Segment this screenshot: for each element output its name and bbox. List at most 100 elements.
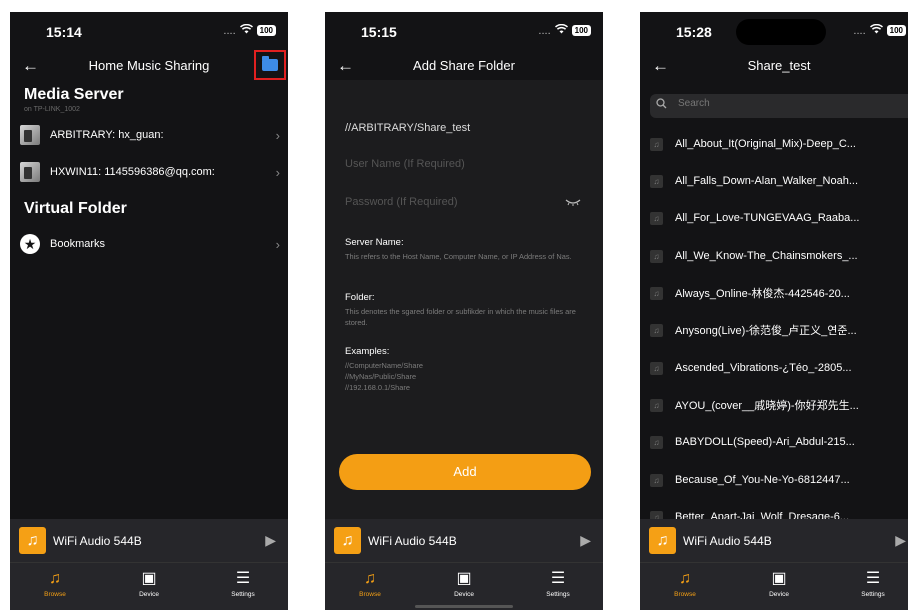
list-item[interactable]: ♫ All_About_It(Original_Mix)-Deep_C... xyxy=(650,132,908,156)
phone-screen-home-music-sharing: 15:14 .... 100 ← Home Music Sharing Medi… xyxy=(10,12,288,610)
password-input[interactable]: Password (If Required) xyxy=(345,196,458,208)
media-server-item[interactable]: HXWIN11: 1145596386@qq.com: › xyxy=(20,161,280,183)
song-title: All_Falls_Down-Alan_Walker_Noah... xyxy=(675,175,859,187)
music-file-icon: ♫ xyxy=(650,249,663,263)
player-device-name: WiFi Audio 544B xyxy=(53,534,142,548)
tab-settings[interactable]: ☰ Settings xyxy=(213,569,273,598)
status-icons: .... 100 xyxy=(223,23,276,37)
music-file-icon: ♫ xyxy=(650,473,663,487)
battery-icon: 100 xyxy=(886,25,906,36)
list-item[interactable]: ♫ Because_Of_You-Ne-Yo-6812447... xyxy=(650,468,908,492)
bookmarks-label: Bookmarks xyxy=(50,238,106,250)
search-input[interactable] xyxy=(678,98,878,109)
status-time: 15:28 xyxy=(676,24,712,40)
example-item: //ComputerName/Share xyxy=(345,361,424,370)
music-note-icon: ♫ xyxy=(49,570,61,587)
battery-icon: 100 xyxy=(256,25,276,36)
star-icon: ★ xyxy=(20,234,40,254)
tab-device[interactable]: ▣ Device xyxy=(119,569,179,598)
sliders-icon: ☰ xyxy=(235,570,251,587)
chevron-right-icon: › xyxy=(275,127,280,143)
nav-header: ← Add Share Folder xyxy=(325,54,603,80)
tab-browse[interactable]: ♫ Browse xyxy=(655,569,715,598)
speaker-icon: ▣ xyxy=(141,570,157,587)
song-title: Because_Of_You-Ne-Yo-6812447... xyxy=(675,474,850,486)
mini-player[interactable]: ♫ WiFi Audio 544B ▶ xyxy=(325,519,603,562)
folder-icon xyxy=(262,56,278,71)
song-title: All_We_Know-The_Chainsmokers_... xyxy=(675,250,858,262)
tab-bar: ♫ Browse ▣ Device ☰ Settings xyxy=(325,562,603,610)
tab-device[interactable]: ▣ Device xyxy=(434,569,494,598)
mini-player[interactable]: ♫ WiFi Audio 544B ▶ xyxy=(10,519,288,562)
list-item[interactable]: ♫ All_Falls_Down-Alan_Walker_Noah... xyxy=(650,169,908,193)
status-time: 15:14 xyxy=(46,24,82,40)
tab-device[interactable]: ▣ Device xyxy=(749,569,809,598)
mini-player[interactable]: ♫ WiFi Audio 544B ▶ xyxy=(640,519,908,562)
list-item[interactable]: ♫ BABYDOLL(Speed)-Ari_Abdul-215... xyxy=(650,430,908,454)
example-item: //MyNas/Public/Share xyxy=(345,372,417,381)
music-note-icon: ♫ xyxy=(334,527,361,554)
player-device-name: WiFi Audio 544B xyxy=(368,534,457,548)
music-file-icon: ♫ xyxy=(650,286,663,300)
play-icon[interactable]: ▶ xyxy=(580,532,591,549)
list-item[interactable]: ♫ All_For_Love-TUNGEVAAG_Raaba... xyxy=(650,206,908,230)
server-icon xyxy=(20,125,40,145)
tab-label: Device xyxy=(454,591,474,598)
page-title: Home Music Sharing xyxy=(88,58,210,73)
list-item[interactable]: ♫ All_We_Know-The_Chainsmokers_... xyxy=(650,244,908,268)
tab-browse[interactable]: ♫ Browse xyxy=(25,569,85,598)
status-bar: 15:15 .... 100 xyxy=(325,12,603,54)
folder-label: Folder: xyxy=(345,292,375,303)
song-title: AYOU_(cover__戚晓婷)-你好郑先生... xyxy=(675,400,859,412)
virtual-folder-heading: Virtual Folder xyxy=(24,200,127,217)
sliders-icon: ☰ xyxy=(550,570,566,587)
music-file-icon: ♫ xyxy=(650,435,663,449)
tab-browse[interactable]: ♫ Browse xyxy=(340,569,400,598)
song-title: Anysong(Live)-徐范俊_卢正义_연준... xyxy=(675,325,857,337)
list-item[interactable]: ♫ Anysong(Live)-徐范俊_卢正义_연준... xyxy=(650,318,908,342)
list-item[interactable]: ♫ Always_Online-林俊杰-442546-20... xyxy=(650,281,908,305)
chevron-right-icon: › xyxy=(275,236,280,252)
server-icon xyxy=(20,162,40,182)
list-item[interactable]: ♫ AYOU_(cover__戚晓婷)-你好郑先生... xyxy=(650,393,908,417)
music-note-icon: ♫ xyxy=(19,527,46,554)
song-title: BABYDOLL(Speed)-Ari_Abdul-215... xyxy=(675,436,855,448)
search-icon xyxy=(656,98,667,112)
phone-screen-share-folder-list: 15:28 .... 100 ← Share_test ♫ All_About_I… xyxy=(640,12,908,610)
dynamic-island xyxy=(736,19,826,45)
eye-closed-icon[interactable] xyxy=(565,198,581,209)
play-icon[interactable]: ▶ xyxy=(895,532,906,549)
tab-label: Browse xyxy=(44,591,66,598)
bookmarks-item[interactable]: ★ Bookmarks › xyxy=(20,233,280,255)
music-file-icon: ♫ xyxy=(650,361,663,375)
tab-bar: ♫ Browse ▣ Device ☰ Settings xyxy=(640,562,908,610)
play-icon[interactable]: ▶ xyxy=(265,532,276,549)
path-input[interactable]: //ARBITRARY/Share_test xyxy=(345,122,470,134)
nav-header: ← Home Music Sharing xyxy=(10,50,288,80)
status-icons: .... 100 xyxy=(853,23,906,37)
search-bar[interactable] xyxy=(650,94,908,118)
song-title: Ascended_Vibrations-¿Téo_-2805... xyxy=(675,362,852,374)
list-item[interactable]: ♫ Ascended_Vibrations-¿Téo_-2805... xyxy=(650,356,908,380)
tab-label: Settings xyxy=(861,591,885,598)
wifi-icon xyxy=(869,23,883,37)
username-input[interactable]: User Name (If Required) xyxy=(345,158,465,170)
folder-description: This denotes the sgared folder or subfik… xyxy=(345,307,576,327)
add-button[interactable]: Add xyxy=(339,454,591,490)
media-server-item-label: ARBITRARY: hx_guan: xyxy=(50,129,164,141)
page-title: Add Share Folder xyxy=(413,58,515,73)
song-title: All_For_Love-TUNGEVAAG_Raaba... xyxy=(675,212,860,224)
tab-settings[interactable]: ☰ Settings xyxy=(843,569,903,598)
speaker-icon: ▣ xyxy=(771,570,787,587)
tab-label: Browse xyxy=(674,591,696,598)
tab-label: Settings xyxy=(546,591,570,598)
media-server-subtitle: on TP-LINK_1002 xyxy=(24,106,80,113)
tab-settings[interactable]: ☰ Settings xyxy=(528,569,588,598)
media-server-item[interactable]: ARBITRARY: hx_guan: › xyxy=(20,124,280,146)
list-item[interactable]: ♫ Better_Apart-Jai_Wolf_Dresage-6... xyxy=(650,505,908,519)
music-file-icon: ♫ xyxy=(650,323,663,337)
media-server-item-label: HXWIN11: 1145596386@qq.com: xyxy=(50,166,215,178)
status-time: 15:15 xyxy=(361,24,397,40)
add-folder-button[interactable] xyxy=(254,50,286,80)
player-device-name: WiFi Audio 544B xyxy=(683,534,772,548)
